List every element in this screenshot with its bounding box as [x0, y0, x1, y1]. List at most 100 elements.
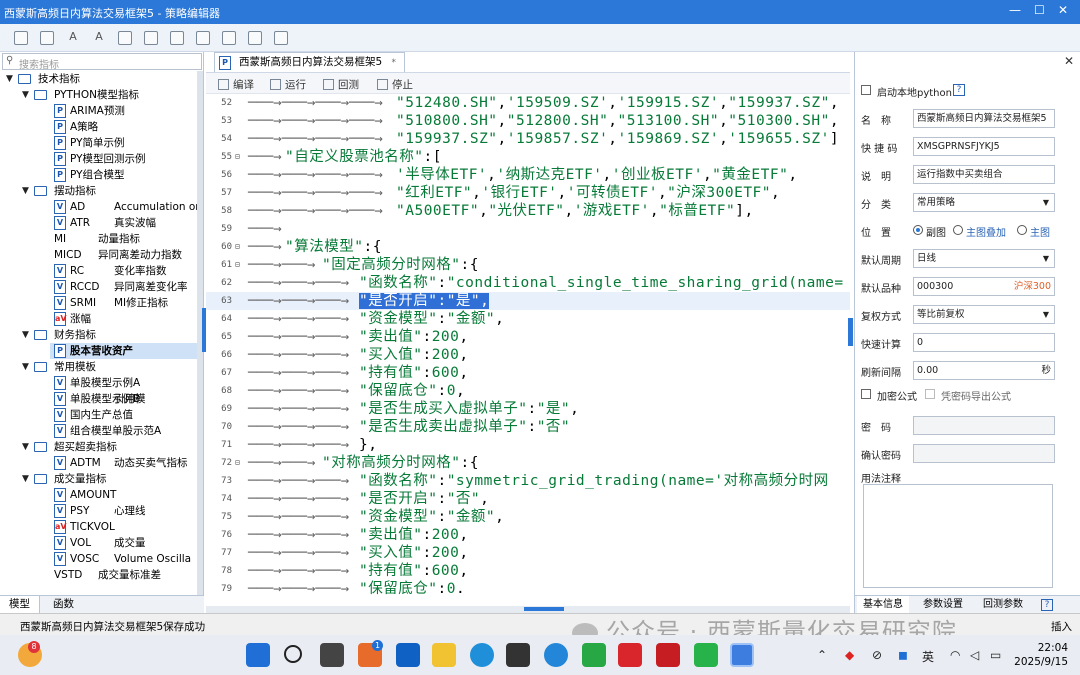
tray-app-icon[interactable]: ◆: [845, 648, 854, 662]
wps-icon[interactable]: [618, 643, 642, 667]
shortcode-input[interactable]: XMSGPRNSFJYKJ5: [913, 137, 1055, 156]
tree-item[interactable]: V VOL 成交量: [0, 535, 198, 551]
tree-item[interactable]: P PY组合模型: [0, 167, 198, 183]
task-view-icon[interactable]: [320, 643, 344, 667]
tree-item[interactable]: MICD 异同离差动力指数: [0, 247, 198, 263]
adjust-select[interactable]: 等比前复权 ▼: [913, 305, 1055, 324]
category-select[interactable]: 常用策略 ▼: [913, 193, 1055, 212]
refresh-input[interactable]: 0.00 秒: [913, 361, 1055, 380]
fold-toggle-icon[interactable]: ⊟: [235, 256, 240, 274]
tree-item[interactable]: aV 涨幅: [0, 311, 198, 327]
code-line[interactable]: 78 ───→───→───→ "持有值":600,: [206, 562, 850, 580]
minimize-icon[interactable]: —: [1009, 3, 1021, 17]
tree-item[interactable]: V 组合模型单股示范A: [0, 423, 198, 439]
import-icon[interactable]: [118, 31, 132, 45]
code-line[interactable]: 76 ───→───→───→ "卖出值":200,: [206, 526, 850, 544]
tab-basic-info[interactable]: 基本信息: [857, 596, 909, 613]
wifi-off-icon[interactable]: ⊘: [872, 648, 882, 662]
help-icon[interactable]: ?: [953, 84, 965, 96]
edge-dev-icon[interactable]: [544, 643, 568, 667]
tree-item[interactable]: P PY简单示例: [0, 135, 198, 151]
wps-pdf-icon[interactable]: [656, 643, 680, 667]
doc-icon[interactable]: [222, 31, 236, 45]
edge-icon[interactable]: [470, 643, 494, 667]
tree-item[interactable]: P ARIMA预测: [0, 103, 198, 119]
code-line[interactable]: 58 ───→───→───→───→ "A500ETF","光伏ETF",'游戏E…: [206, 202, 850, 220]
fold-toggle-icon[interactable]: ⊟: [235, 238, 240, 256]
name-input[interactable]: 西蒙斯高频日内算法交易框架5: [913, 109, 1055, 128]
code-line[interactable]: 72 ⊟ ───→───→ "对称高频分时网格":{: [206, 454, 850, 472]
chevron-up-icon[interactable]: ⌃: [817, 648, 827, 662]
chevron-down-icon[interactable]: ▼: [22, 183, 29, 199]
code-line[interactable]: 55 ⊟ ───→ "自定义股票池名称":[: [206, 148, 850, 166]
tab-params[interactable]: 参数设置: [917, 596, 969, 613]
tree-item[interactable]: VSTD 成交量标准差: [0, 567, 198, 583]
code-line[interactable]: 75 ───→───→───→ "资金模型":"金额",: [206, 508, 850, 526]
radio-main[interactable]: [1017, 225, 1027, 235]
network-icon[interactable]: ◠: [950, 648, 960, 662]
security-icon[interactable]: ◼: [898, 648, 908, 662]
font-decrease-icon[interactable]: A: [66, 31, 80, 45]
code-line[interactable]: 53 ───→───→───→───→ "510800.SH","512800.SH…: [206, 112, 850, 130]
editor-tab[interactable]: P 西蒙斯高频日内算法交易框架5 *: [214, 52, 406, 72]
code-line[interactable]: 57 ───→───→───→───→ "红利ETF",'银行ETF','可转债ET…: [206, 184, 850, 202]
clock[interactable]: 22:04 2025/9/15: [1014, 641, 1068, 669]
confirm-password-input[interactable]: [913, 444, 1055, 463]
save-all-icon[interactable]: [40, 31, 54, 45]
tree-item[interactable]: V ADTM 动态买卖气指标: [0, 455, 198, 471]
start-icon[interactable]: [246, 643, 270, 667]
hscroll-thumb[interactable]: [524, 607, 564, 611]
code-editor[interactable]: 52 ───→───→───→───→ "512480.SH",'159509.SZ…: [206, 94, 850, 606]
code-line[interactable]: 64 ───→───→───→ "资金模型":"金额",: [206, 310, 850, 328]
tabs-help-icon[interactable]: ?: [1041, 599, 1053, 611]
tree-item[interactable]: MI 动量指标: [0, 231, 198, 247]
code-line[interactable]: 79 ───→───→───→ "保留底仓":0.: [206, 580, 850, 598]
description-input[interactable]: 运行指数中买卖组合: [913, 165, 1055, 184]
password-input[interactable]: [913, 416, 1055, 435]
encrypt-checkbox[interactable]: [861, 389, 871, 399]
run-button[interactable]: 运行: [270, 77, 306, 92]
stop-button[interactable]: 停止: [377, 77, 413, 92]
code-line[interactable]: 69 ───→───→───→ "是否生成买入虚拟单子":"是",: [206, 400, 850, 418]
code-line[interactable]: 66 ───→───→───→ "买入值":200,: [206, 346, 850, 364]
code-line[interactable]: 59 ───→: [206, 220, 850, 238]
backtest-button[interactable]: 回测: [323, 77, 359, 92]
code-line[interactable]: 60 ⊟ ───→ "算法模型":{: [206, 238, 850, 256]
code-line[interactable]: 61 ⊟ ───→───→ "固定高频分时网格":{: [206, 256, 850, 274]
right-splitter-handle[interactable]: [848, 318, 853, 346]
chevron-down-icon[interactable]: ▼: [6, 71, 13, 87]
tree-folder[interactable]: ▼ 成交量指标: [0, 471, 198, 487]
fold-toggle-icon[interactable]: ⊟: [235, 148, 240, 166]
tree-item[interactable]: V 单股模型示例A: [0, 375, 198, 391]
code-line[interactable]: 54 ───→───→───→───→ "159937.SZ",'159857.SZ…: [206, 130, 850, 148]
chevron-down-icon[interactable]: ▼: [22, 471, 29, 487]
tree-item[interactable]: V AD Accumulation or: [0, 199, 198, 215]
tree-item[interactable]: V 单股模型示例B 引用模: [0, 391, 198, 407]
tree-item[interactable]: P A策略: [0, 119, 198, 135]
code-line[interactable]: 56 ───→───→───→───→ '半导体ETF','纳斯达克ETF','创业…: [206, 166, 850, 184]
panel-close-icon[interactable]: ✕: [1064, 54, 1074, 68]
wechat-icon[interactable]: [694, 643, 718, 667]
close-icon[interactable]: ✕: [1058, 3, 1068, 17]
tree-item[interactable]: V AMOUNT: [0, 487, 198, 503]
outlook-icon[interactable]: [396, 643, 420, 667]
search-taskbar-icon[interactable]: [284, 645, 302, 663]
tree-item[interactable]: V PSY 心理线: [0, 503, 198, 519]
tree-item[interactable]: V 国内生产总值: [0, 407, 198, 423]
quickcalc-input[interactable]: 0: [913, 333, 1055, 352]
trading-app-icon[interactable]: [730, 643, 754, 667]
chat-icon[interactable]: [582, 643, 606, 667]
save-icon[interactable]: [14, 31, 28, 45]
code-line[interactable]: 52 ───→───→───→───→ "512480.SH",'159509.SZ…: [206, 94, 850, 112]
app-icon[interactable]: [506, 643, 530, 667]
code-line[interactable]: 67 ───→───→───→ "持有值":600,: [206, 364, 850, 382]
volume-icon[interactable]: ◁: [970, 648, 979, 662]
code-line[interactable]: 62 ───→───→───→ "函数名称":"conditional_single…: [206, 274, 850, 292]
paste-icon[interactable]: [196, 31, 210, 45]
tree-folder[interactable]: ▼ 技术指标: [0, 71, 198, 87]
symbol-input[interactable]: 000300 沪深300: [913, 277, 1055, 296]
local-python-checkbox[interactable]: [861, 85, 871, 95]
indicator-search[interactable]: ⚲ 搜索指标: [2, 53, 202, 71]
radio-main-overlay[interactable]: [953, 225, 963, 235]
tree-item[interactable]: V VOSC Volume Oscilla: [0, 551, 198, 567]
